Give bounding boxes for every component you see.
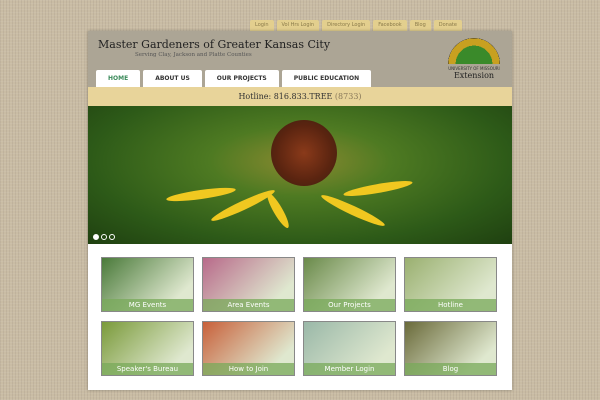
nav-about-us[interactable]: ABOUT US bbox=[143, 70, 202, 87]
tile-hotline[interactable]: Hotline bbox=[404, 257, 497, 312]
tile-label: Member Login bbox=[304, 363, 395, 375]
tile-mg-events[interactable]: MG Events bbox=[101, 257, 194, 312]
hotline-bar: Hotline: 816.833.TREE (8733) bbox=[88, 87, 512, 106]
hero-slider[interactable] bbox=[88, 106, 512, 244]
tile-grid: MG Events Area Events Our Projects Hotline S… bbox=[101, 257, 497, 376]
tile-label: Speaker's Bureau bbox=[102, 363, 193, 375]
directory-login-link[interactable]: Directory Login bbox=[322, 20, 371, 31]
blog-link[interactable]: Blog bbox=[409, 20, 431, 31]
tile-area-events[interactable]: Area Events bbox=[202, 257, 295, 312]
tile-label: How to Join bbox=[203, 363, 294, 375]
main-nav: HOME ABOUT US OUR PROJECTS PUBLIC EDUCAT… bbox=[96, 70, 372, 87]
tile-label: Our Projects bbox=[304, 299, 395, 311]
site-title[interactable]: Master Gardeners of Greater Kansas City bbox=[98, 38, 330, 51]
tile-blog[interactable]: Blog bbox=[404, 321, 497, 376]
slider-dot-1[interactable] bbox=[93, 234, 99, 240]
tile-speaker-s-bureau[interactable]: Speaker's Bureau bbox=[101, 321, 194, 376]
facebook-link[interactable]: Facebook bbox=[373, 20, 407, 31]
tile-label: MG Events bbox=[102, 299, 193, 311]
tile-member-login[interactable]: Member Login bbox=[303, 321, 396, 376]
nav-home[interactable]: HOME bbox=[96, 70, 141, 87]
tile-label: Blog bbox=[405, 363, 496, 375]
site-subtitle: Serving Clay, Jackson and Platte Countie… bbox=[135, 52, 252, 58]
page-container: Master Gardeners of Greater Kansas City … bbox=[88, 31, 512, 390]
vol-hrs-login-link[interactable]: Vol Hrs Login bbox=[276, 20, 320, 31]
top-links: Login Vol Hrs Login Directory Login Face… bbox=[250, 20, 462, 31]
tile-label: Area Events bbox=[203, 299, 294, 311]
nav-public-education[interactable]: PUBLIC EDUCATION bbox=[281, 70, 372, 87]
donate-link[interactable]: Donate bbox=[433, 20, 462, 31]
tile-our-projects[interactable]: Our Projects bbox=[303, 257, 396, 312]
tile-how-to-join[interactable]: How to Join bbox=[202, 321, 295, 376]
login-link[interactable]: Login bbox=[250, 20, 274, 31]
extension-logo[interactable]: UNIVERSITY OF MISSOURI Extension bbox=[446, 38, 502, 83]
slider-dot-3[interactable] bbox=[109, 234, 115, 240]
hotline-label: Hotline: 816.833.TREE bbox=[238, 92, 333, 101]
tile-label: Hotline bbox=[405, 299, 496, 311]
logo-extension: Extension bbox=[453, 71, 495, 80]
slider-dot-2[interactable] bbox=[101, 234, 107, 240]
logo-emblem-icon bbox=[448, 38, 500, 64]
header: Master Gardeners of Greater Kansas City … bbox=[88, 31, 512, 87]
hotline-number: (8733) bbox=[334, 92, 362, 101]
nav-our-projects[interactable]: OUR PROJECTS bbox=[204, 70, 279, 87]
flower-image bbox=[271, 120, 337, 186]
slider-dots bbox=[93, 234, 115, 240]
